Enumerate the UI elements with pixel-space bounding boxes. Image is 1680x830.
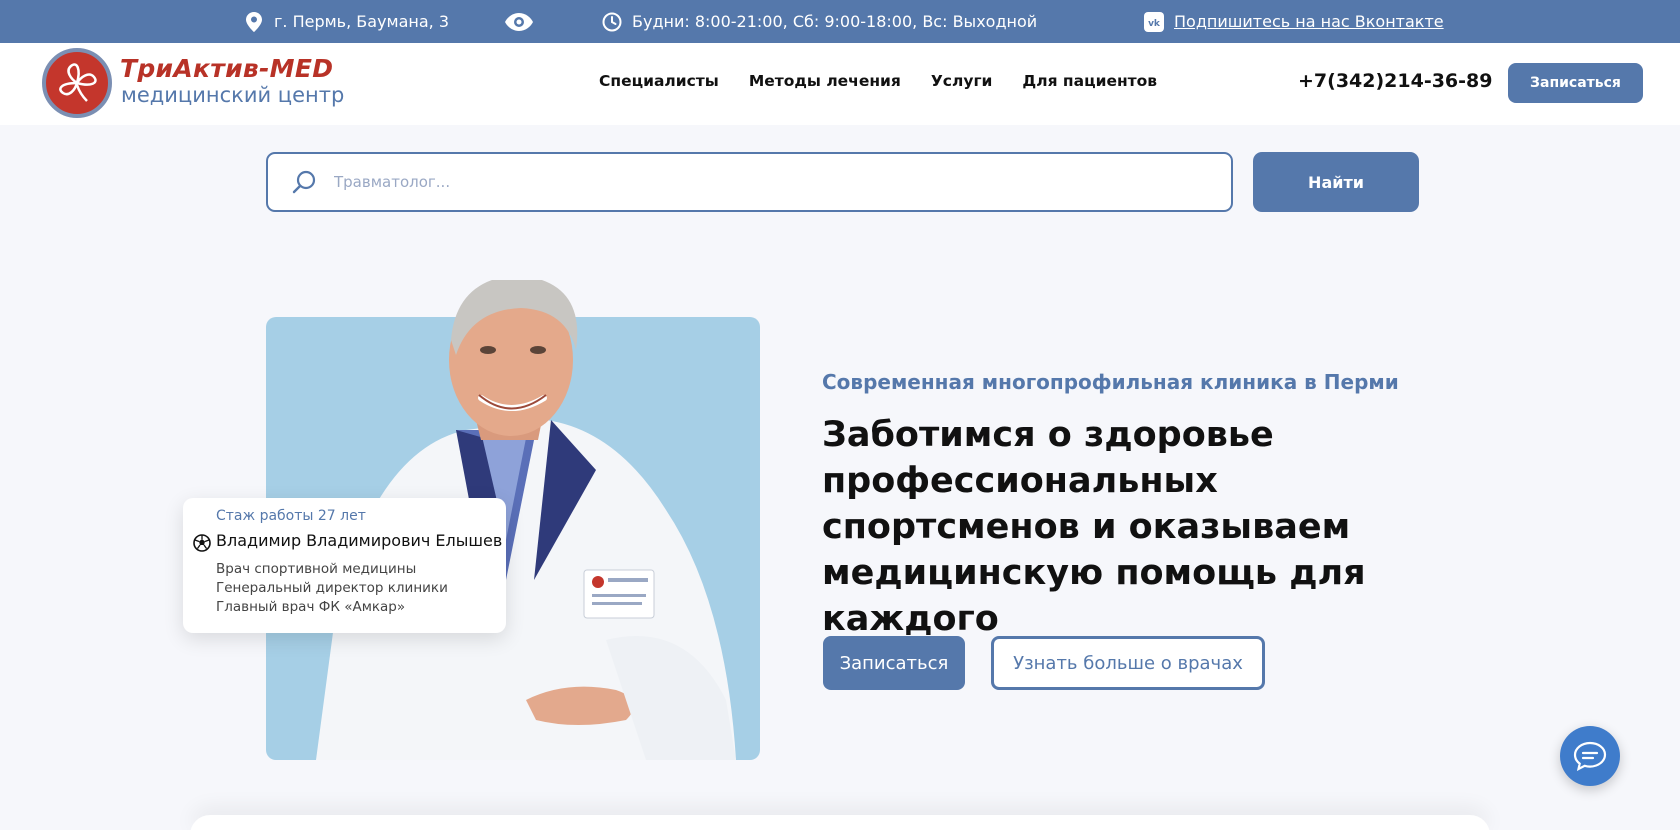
clover-icon <box>59 63 97 102</box>
learn-more-doctors-button[interactable]: Узнать больше о врачах <box>991 636 1265 690</box>
next-section-edge <box>190 815 1490 830</box>
search-input[interactable] <box>334 173 1194 191</box>
logo-emblem[interactable] <box>42 48 112 118</box>
eye-icon[interactable] <box>505 12 533 32</box>
doctor-role: Врач спортивной медицины <box>216 561 417 577</box>
top-info-bar: г. Пермь, Баумана, 3 Будни: 8:00-21:00, … <box>0 0 1680 43</box>
nav-item-patients[interactable]: Для пациентов <box>1022 72 1157 90</box>
clock-icon <box>602 12 622 32</box>
doctor-experience: Стаж работы 27 лет <box>216 508 366 524</box>
search-box <box>266 152 1233 212</box>
hours-item: Будни: 8:00-21:00, Сб: 9:00-18:00, Вс: В… <box>602 0 1037 43</box>
search-button[interactable]: Найти <box>1253 152 1419 212</box>
nav-item-services[interactable]: Услуги <box>931 72 993 90</box>
hours-text: Будни: 8:00-21:00, Сб: 9:00-18:00, Вс: В… <box>632 12 1038 31</box>
hero-signup-button[interactable]: Записаться <box>823 636 965 690</box>
vk-subscribe[interactable]: vk Подпишитесь на нас Вконтакте <box>1144 0 1444 43</box>
soccer-ball-icon <box>193 534 211 552</box>
vk-subscribe-link[interactable]: Подпишитесь на нас Вконтакте <box>1174 12 1444 31</box>
logo-subtitle: медицинский центр <box>121 83 345 107</box>
address-text: г. Пермь, Баумана, 3 <box>274 12 450 31</box>
main-nav: Специалисты Методы лечения Услуги Для па… <box>599 72 1157 90</box>
doctor-card[interactable]: Стаж работы 27 лет Владимир Владимирович… <box>183 498 506 633</box>
doctor-role: Генеральный директор клиники <box>216 580 448 596</box>
header-signup-button[interactable]: Записаться <box>1508 63 1643 103</box>
nav-item-methods[interactable]: Методы лечения <box>749 72 901 90</box>
vk-icon[interactable]: vk <box>1144 11 1164 32</box>
svg-text:vk: vk <box>1148 19 1161 29</box>
logo-title[interactable]: ТриАктив-MED <box>120 54 333 83</box>
map-pin-icon <box>244 11 264 32</box>
address-item: г. Пермь, Баумана, 3 <box>244 0 449 43</box>
phone-number[interactable]: +7(342)214-36-89 <box>1298 70 1492 92</box>
chat-bubble-icon[interactable] <box>1573 741 1607 771</box>
doctor-name: Владимир Владимирович Елышев <box>216 531 503 550</box>
chat-button[interactable] <box>1560 726 1620 786</box>
accessibility-toggle[interactable] <box>505 0 533 43</box>
nav-item-specialists[interactable]: Специалисты <box>599 72 719 90</box>
hero-subtitle: Современная многопрофильная клиника в Пе… <box>822 370 1399 394</box>
doctor-roles: Врач спортивной медицины Генеральный дир… <box>216 560 448 617</box>
doctor-role: Главный врач ФК «Амкар» <box>216 599 406 615</box>
hero-headline: Заботимся о здоровье профессиональных сп… <box>822 415 1366 639</box>
search-icon <box>284 162 324 202</box>
